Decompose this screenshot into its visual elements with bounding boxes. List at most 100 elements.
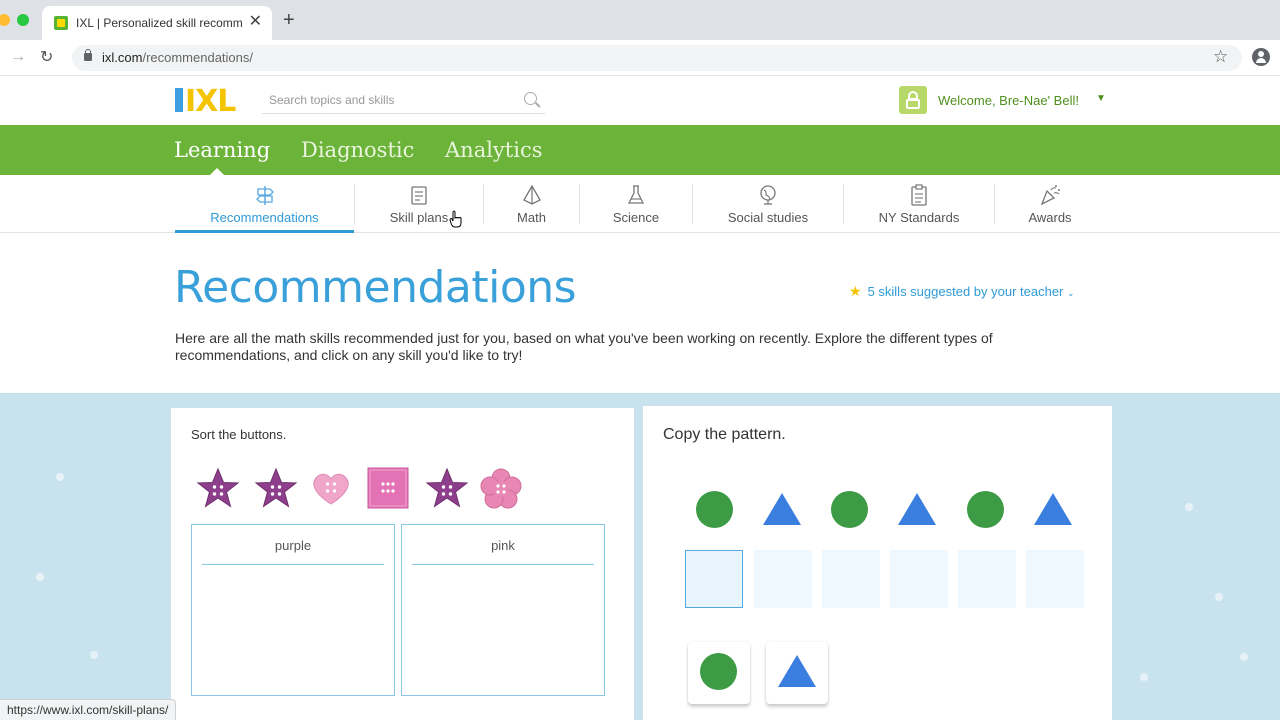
nav-diagnostic[interactable]: Diagnostic (301, 138, 414, 162)
tab-label: Social studies (727, 210, 809, 225)
welcome-user-menu[interactable]: Welcome, Bre-Nae' Bell! (938, 93, 1079, 108)
url-path: /recommendations/ (142, 50, 254, 65)
snow-dot (90, 651, 98, 659)
ixl-favicon-icon (54, 16, 68, 30)
green-circle-icon (967, 491, 1004, 528)
purple-star-button-icon[interactable] (424, 466, 470, 512)
ixl-logo[interactable]: IXL (175, 84, 250, 119)
close-tab-icon[interactable]: ✕ (249, 13, 262, 31)
pyramid-icon (522, 184, 541, 205)
snow-dot (36, 573, 44, 581)
clipboard-icon (911, 184, 927, 206)
green-circle-icon (700, 653, 737, 690)
divider (202, 564, 384, 565)
tab-label: Awards (1028, 210, 1072, 225)
snow-dot (1185, 503, 1193, 511)
main-nav: Learning Diagnostic Analytics (0, 125, 1280, 175)
green-circle-icon (696, 491, 733, 528)
blue-triangle-icon (898, 493, 936, 525)
answer-slot[interactable] (685, 550, 743, 608)
logo-blue-bar (175, 88, 183, 112)
browser-toolbar: → ↻ ixl.com/recommendations/ (0, 40, 1280, 76)
green-circle-tile[interactable] (688, 642, 750, 704)
tab-title: IXL | Personalized skill recomm (76, 16, 243, 30)
address-bar[interactable]: ixl.com/recommendations/ (72, 45, 1242, 71)
purple-drop-zone[interactable]: purple (191, 524, 395, 696)
answer-slot[interactable] (958, 550, 1016, 608)
active-nav-pointer (210, 168, 224, 175)
answer-slot[interactable] (822, 550, 880, 608)
account-icon[interactable] (1252, 48, 1270, 66)
tab-label: Recommendations (210, 210, 319, 225)
pink-heart-button-icon[interactable] (308, 466, 354, 512)
new-tab-button[interactable]: + (283, 10, 295, 30)
divider (412, 564, 594, 565)
pink-flower-button-icon[interactable] (478, 466, 524, 512)
chevron-down-icon: ⌄ (1067, 288, 1075, 298)
drop-zone-label: pink (491, 538, 515, 553)
bookmark-star-icon[interactable]: ☆ (1213, 47, 1228, 67)
browser-tab-bar: IXL | Personalized skill recomm ✕ + (0, 0, 1280, 40)
tab-label: Science (612, 210, 660, 225)
blue-triangle-icon (763, 493, 801, 525)
tab-awards[interactable]: Awards (995, 175, 1105, 233)
green-circle-icon (831, 491, 868, 528)
pink-square-button-icon[interactable] (365, 466, 411, 512)
answer-slot[interactable] (1026, 550, 1084, 608)
sub-nav: Recommendations Skill plans Math Science (0, 175, 1280, 233)
blue-triangle-tile[interactable] (766, 642, 828, 704)
star-icon: ★ (849, 283, 862, 299)
browser-tab[interactable]: IXL | Personalized skill recomm ✕ (42, 6, 272, 40)
maximize-window-button[interactable] (17, 14, 29, 26)
logo-text: IXL (185, 84, 236, 119)
tab-science[interactable]: Science (580, 175, 692, 233)
party-popper-icon (1040, 185, 1060, 206)
page-description: Here are all the math skills recommended… (175, 330, 993, 363)
pattern-prompt: Copy the pattern. (663, 426, 786, 443)
blue-triangle-icon (778, 655, 816, 687)
globe-icon (760, 185, 776, 205)
snow-dot (1140, 673, 1148, 681)
teacher-suggestions-label: 5 skills suggested by your teacher (867, 284, 1064, 299)
skill-plan-icon (411, 186, 427, 205)
chevron-down-icon[interactable]: ▼ (1096, 93, 1106, 104)
flask-icon (627, 185, 645, 204)
purple-star-button-icon[interactable] (195, 466, 241, 512)
user-avatar-icon[interactable] (899, 86, 927, 114)
site-header: IXL Search topics and skills Welcome, Br… (0, 76, 1280, 125)
search-input[interactable]: Search topics and skills (262, 88, 545, 114)
minimize-window-button[interactable] (0, 14, 10, 26)
lock-icon[interactable] (84, 49, 92, 61)
forward-arrow-icon[interactable]: → (10, 48, 26, 66)
url-host: ixl.com (102, 50, 143, 65)
tab-recommendations[interactable]: Recommendations (175, 175, 354, 233)
answer-slot[interactable] (890, 550, 948, 608)
teacher-suggestions-link[interactable]: ★ 5 skills suggested by your teacher ⌄ (849, 283, 1075, 300)
copy-pattern-skill-card[interactable]: Copy the pattern. (643, 406, 1112, 720)
tab-skill-plans[interactable]: Skill plans (355, 175, 483, 233)
purple-star-button-icon[interactable] (253, 466, 299, 512)
sort-buttons-skill-card[interactable]: Sort the buttons. purple pink (171, 408, 634, 720)
tab-ny-standards[interactable]: NY Standards (844, 175, 994, 233)
snow-dot (56, 473, 64, 481)
snow-dot (1215, 593, 1223, 601)
snow-dot (1240, 653, 1248, 661)
nav-learning[interactable]: Learning (174, 138, 270, 162)
hand-cursor-icon (449, 210, 462, 228)
page-title: Recommendations (174, 262, 577, 313)
tab-math[interactable]: Math (484, 175, 579, 233)
status-bar-link-preview: https://www.ixl.com/skill-plans/ (0, 699, 177, 720)
drop-zone-label: purple (274, 538, 312, 553)
tab-label: NY Standards (878, 210, 960, 225)
tab-label: Math (517, 210, 546, 225)
tab-social-studies[interactable]: Social studies (693, 175, 843, 233)
sort-prompt: Sort the buttons. (191, 427, 287, 442)
tab-label: Skill plans (389, 210, 449, 225)
search-placeholder: Search topics and skills (269, 93, 395, 107)
nav-analytics[interactable]: Analytics (445, 138, 542, 162)
pink-drop-zone[interactable]: pink (401, 524, 605, 696)
reload-icon[interactable]: ↻ (40, 47, 53, 67)
url-text[interactable]: ixl.com/recommendations/ (102, 50, 253, 65)
search-icon[interactable] (524, 92, 537, 105)
answer-slot[interactable] (754, 550, 812, 608)
